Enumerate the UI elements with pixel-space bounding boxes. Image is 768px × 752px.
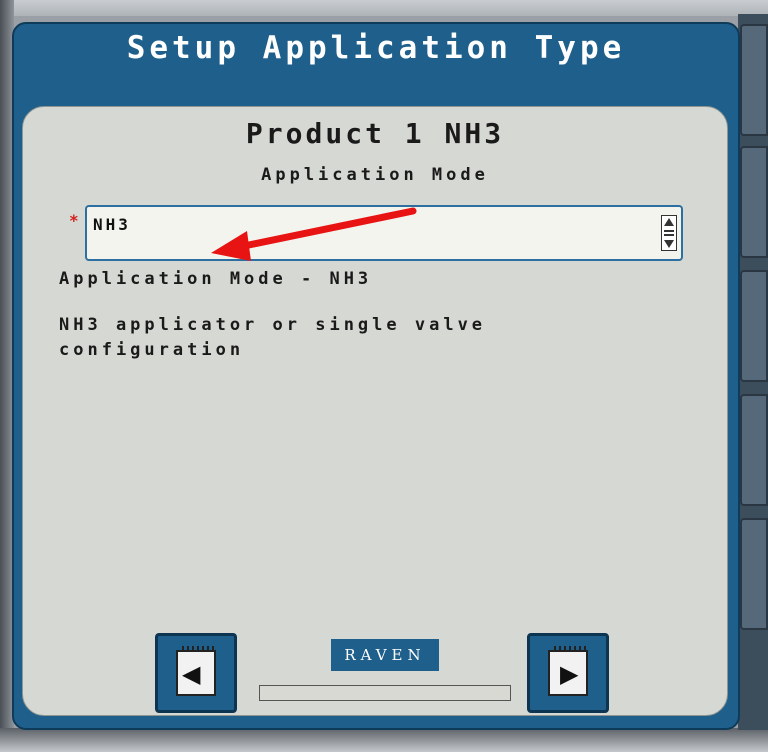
previous-page-button[interactable]: ◀ — [155, 633, 237, 713]
product-title: Product 1 NH3 — [245, 117, 505, 150]
next-page-icon: ▶ — [548, 646, 588, 696]
next-page-button[interactable]: ▶ — [527, 633, 609, 713]
application-mode-value: NH3 — [93, 215, 131, 234]
content-panel: Product 1 NH3 Application Mode * NH3 App… — [22, 106, 728, 716]
back-page-icon: ◀ — [176, 646, 216, 696]
bezel-bottom — [0, 728, 768, 752]
section-heading: Application Mode - NH3 — [59, 269, 373, 289]
page-title: Setup Application Type — [126, 30, 626, 66]
scroll-updown-icon[interactable] — [661, 215, 677, 251]
softkey-1[interactable] — [740, 24, 768, 136]
softkey-4[interactable] — [740, 394, 768, 506]
annotation-arrow-icon — [211, 207, 417, 261]
softkey-3[interactable] — [740, 270, 768, 382]
progress-bar — [259, 685, 511, 701]
app-screen: Setup Application Type Product 1 NH3 App… — [12, 22, 740, 730]
softkey-5[interactable] — [740, 518, 768, 630]
bezel-top — [0, 0, 768, 16]
mode-description: NH3 applicator or single valve configura… — [59, 315, 487, 360]
application-mode-label: Application Mode — [261, 165, 489, 185]
softkey-2[interactable] — [740, 146, 768, 258]
required-marker: * — [69, 211, 79, 230]
raven-logo: RAVEN — [331, 639, 439, 671]
